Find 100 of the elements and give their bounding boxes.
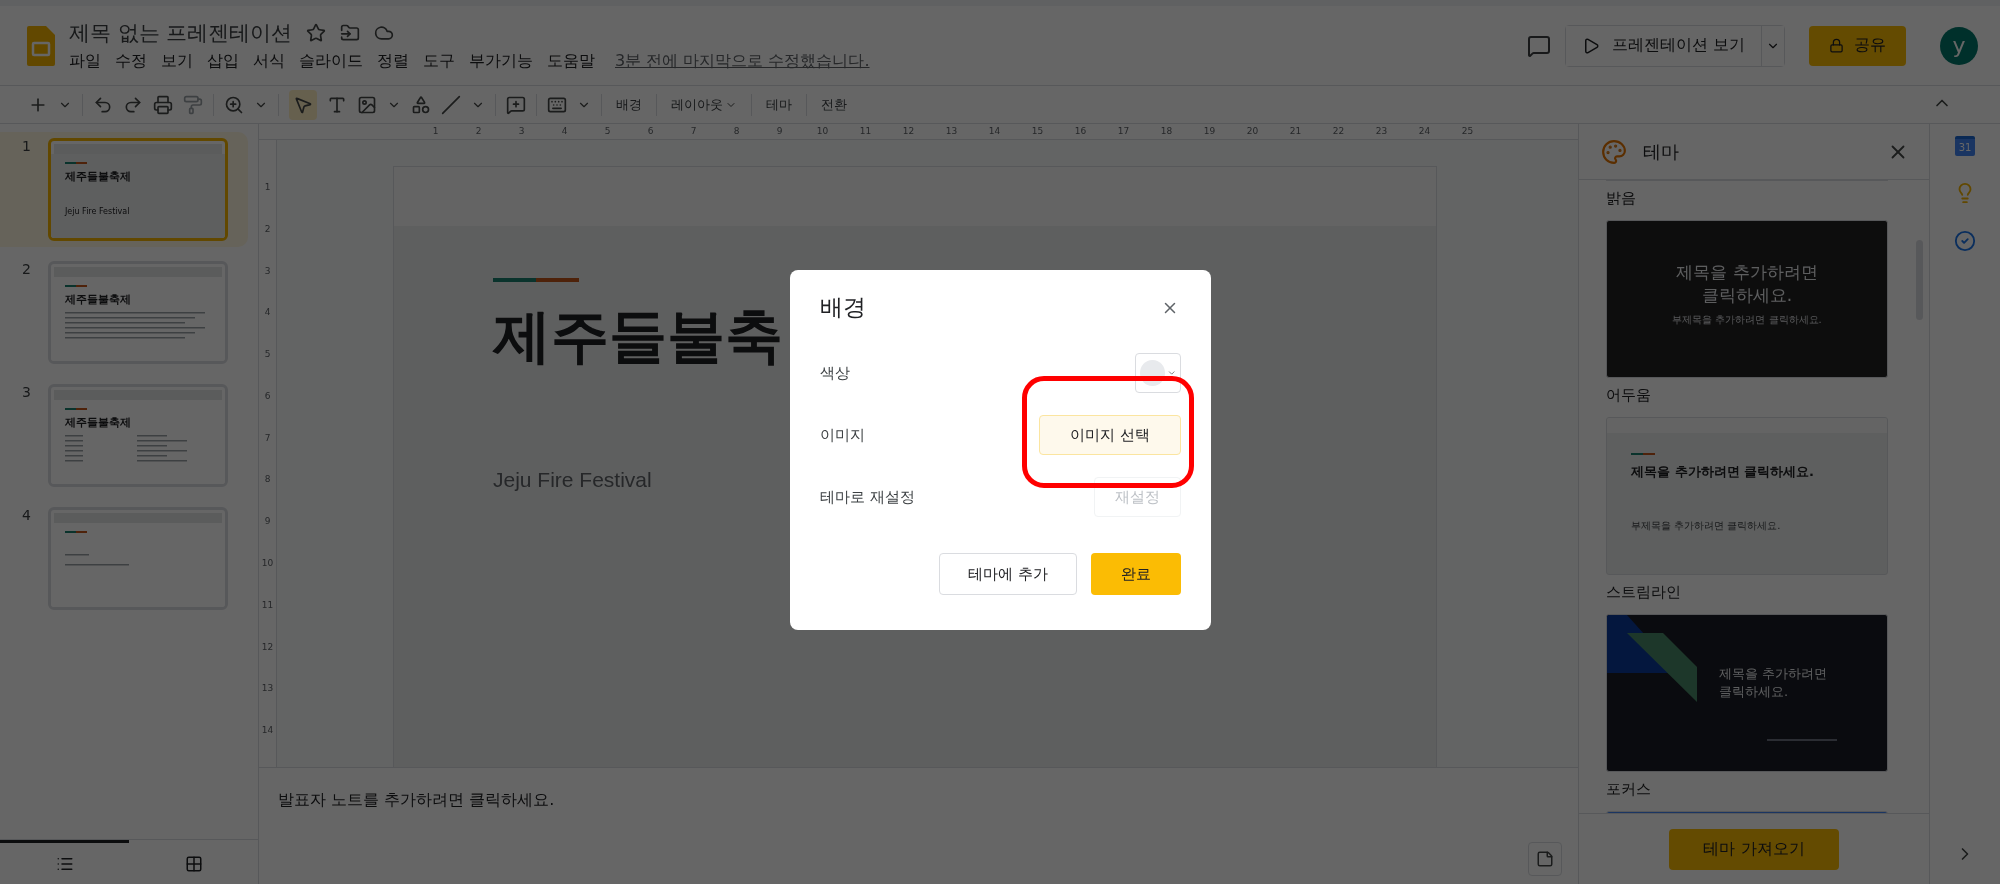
slide-number: 4: [22, 507, 32, 525]
redo-icon[interactable]: [123, 94, 143, 115]
paint-format-icon[interactable]: [183, 94, 203, 115]
slide-thumbnail[interactable]: 제주들불축제: [48, 261, 228, 364]
notes-button[interactable]: [1528, 842, 1562, 876]
slide-subtitle: Jeju Fire Festival: [493, 468, 652, 493]
menu-item[interactable]: 서식: [253, 51, 285, 72]
ruler-number: 15: [1030, 125, 1045, 138]
done-button[interactable]: 완료: [1091, 553, 1181, 595]
ruler-number: 8: [263, 474, 272, 487]
document-title[interactable]: 제목 없는 프레젠테이션: [69, 19, 293, 47]
menu-item[interactable]: 수정: [115, 51, 147, 72]
ruler-number: 20: [1245, 125, 1260, 138]
ruler-number: 6: [646, 125, 655, 138]
menu-item[interactable]: 정렬: [377, 51, 409, 72]
preview-subtitle: 부제목을 추가하려면 클릭하세요.: [1631, 519, 1782, 533]
image-icon[interactable]: [357, 94, 377, 115]
theme-preview[interactable]: 제목을 추가하려면 클릭하세요.: [1606, 614, 1888, 772]
toolbar-button[interactable]: 레이아웃: [667, 89, 741, 120]
color-picker[interactable]: [1135, 353, 1181, 393]
ruler-number: 12: [901, 125, 916, 138]
slide-thumbnail-item[interactable]: 2 제주들불축제: [0, 255, 248, 370]
ruler-number: 5: [263, 349, 272, 362]
share-button[interactable]: 공유: [1809, 25, 1906, 66]
ruler-number: 10: [260, 558, 275, 571]
import-theme-button[interactable]: 테마 가져오기: [1669, 828, 1839, 870]
cloud-icon[interactable]: [374, 23, 395, 43]
choose-image-button[interactable]: 이미지 선택: [1039, 415, 1181, 455]
preview-subtitle: 부제목을 추가하려면 클릭하세요.: [1671, 313, 1823, 327]
menu-item[interactable]: 슬라이드: [299, 51, 363, 72]
slide-number: 3: [22, 384, 32, 402]
ruler-number: 24: [1417, 125, 1432, 138]
present-button[interactable]: 프레젠테이션 보기: [1565, 25, 1762, 66]
toolbar-button[interactable]: 테마: [762, 89, 796, 120]
menu-item[interactable]: 파일: [69, 51, 101, 72]
print-icon[interactable]: [153, 94, 173, 115]
ruler-number: 10: [815, 125, 830, 138]
tasks-icon[interactable]: [1954, 230, 1976, 252]
grid-icon: [184, 854, 203, 873]
panel-title: 테마: [1643, 139, 1680, 164]
preview-title: 제목을 추가하려면 클릭하세요.: [1719, 665, 1828, 701]
note-icon: [1536, 850, 1554, 868]
slide-thumbnail-item[interactable]: 1 제주들불축제 Jeju Fire Festival: [0, 132, 248, 247]
ruler-number: 21: [1288, 125, 1303, 138]
thumbnail-title: 제주들불축제: [65, 415, 132, 430]
select-tool-button[interactable]: [289, 89, 317, 120]
move-to-folder-icon[interactable]: [340, 23, 361, 43]
ruler-number: 12: [260, 641, 275, 654]
preview-title: 제목을 추가하려면 클릭하세요.: [1675, 261, 1819, 307]
menu-item[interactable]: 도구: [423, 51, 455, 72]
speaker-notes-placeholder[interactable]: 발표자 노트를 추가하려면 클릭하세요.: [278, 790, 555, 884]
ruler-number: 4: [263, 307, 272, 320]
slide-title: 제주들불축: [493, 301, 783, 373]
account-avatar[interactable]: y: [1940, 26, 1978, 65]
ruler-number: 13: [944, 125, 959, 138]
slide-thumbnail[interactable]: [48, 507, 228, 610]
theme-name: 어두움: [1606, 386, 1652, 405]
ruler-number: 25: [1460, 125, 1475, 138]
slide-thumbnail[interactable]: 제주들불축제: [48, 384, 228, 487]
comments-icon[interactable]: [1526, 33, 1551, 58]
add-to-theme-button[interactable]: 테마에 추가: [939, 553, 1077, 595]
ruler-number: 16: [1073, 125, 1088, 138]
ruler-number: 5: [603, 125, 612, 138]
slide-thumbnail[interactable]: 제주들불축제 Jeju Fire Festival: [48, 138, 228, 241]
thumbnail-title: 제주들불축제: [65, 169, 132, 184]
zoom-icon[interactable]: [224, 94, 244, 115]
thumbnail-subtitle: Jeju Fire Festival: [65, 207, 131, 216]
ruler-number: 6: [263, 390, 272, 403]
theme-preview[interactable]: 제목을 추가하려면 클릭하세요. 부제목을 추가하려면 클릭하세요.: [1606, 417, 1888, 575]
field-label: 테마로 재설정: [820, 487, 915, 507]
ruler-number: 1: [263, 182, 272, 194]
shapes-icon[interactable]: [411, 94, 431, 115]
line-icon[interactable]: [441, 94, 461, 115]
menu-item[interactable]: 보기: [161, 51, 193, 72]
add-comment-icon[interactable]: [506, 94, 526, 115]
last-edit-link[interactable]: 3분 전에 마지막으로 수정했습니다.: [615, 51, 870, 72]
ruler-number: 11: [260, 599, 275, 612]
ruler-number: 8: [732, 125, 741, 138]
ruler-number: 7: [263, 432, 272, 445]
menu-item[interactable]: 부가기능: [469, 51, 533, 72]
slide-thumbnail-item[interactable]: 4: [0, 501, 248, 616]
ruler-number: 1: [431, 125, 440, 138]
slide-thumbnail-item[interactable]: 3 제주들불축제: [0, 378, 248, 493]
preview-title: 제목을 추가하려면 클릭하세요.: [1631, 463, 1815, 481]
menu-item[interactable]: 도움말: [547, 51, 595, 72]
calendar-icon[interactable]: 31: [1955, 136, 1975, 156]
ruler-number: 4: [560, 125, 569, 138]
ruler-number: 11: [858, 125, 873, 138]
undo-icon[interactable]: [93, 94, 113, 115]
ruler-number: 22: [1331, 125, 1346, 138]
theme-name: 스트림라인: [1606, 583, 1682, 602]
ruler-number: 2: [474, 125, 483, 138]
toolbar-button[interactable]: 배경: [612, 89, 646, 120]
menu-item[interactable]: 삽입: [207, 51, 239, 72]
star-icon[interactable]: [306, 23, 327, 43]
caret-icon: [1166, 368, 1176, 378]
toolbar-button[interactable]: 전환: [817, 89, 851, 120]
text-line-drawing: [1767, 739, 1837, 742]
theme-preview[interactable]: 제목을 추가하려면 클릭하세요. 부제목을 추가하려면 클릭하세요.: [1606, 220, 1888, 378]
ruler-number: 2: [263, 223, 272, 236]
